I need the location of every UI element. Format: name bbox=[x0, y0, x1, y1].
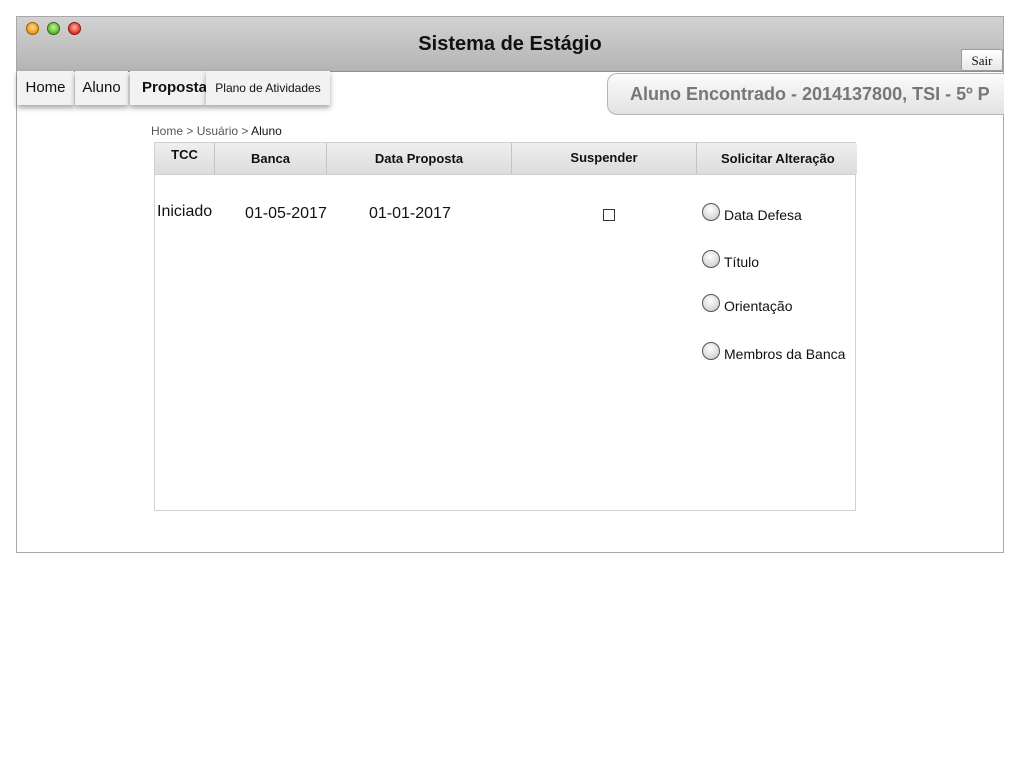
column-header-data-proposta: Data Proposta bbox=[327, 143, 512, 174]
radio-label-membros-da-banca: Membros da Banca bbox=[724, 346, 846, 362]
breadcrumb: Home > Usuário > Aluno bbox=[151, 124, 282, 138]
radio-label-orientacao: Orientação bbox=[724, 298, 793, 314]
column-header-solicitar-alteracao: Solicitar Alteração bbox=[697, 143, 857, 174]
column-header-suspender: Suspender bbox=[512, 143, 697, 174]
app-title: Sistema de Estágio bbox=[418, 33, 602, 55]
column-header-tcc: TCC bbox=[155, 143, 215, 174]
radio-membros-da-banca[interactable] bbox=[702, 342, 720, 360]
proposal-table-panel: TCC Banca Data Proposta Suspender Solici… bbox=[154, 142, 857, 511]
column-header-banca: Banca bbox=[215, 143, 327, 174]
breadcrumb-current: Aluno bbox=[251, 124, 282, 138]
logout-button[interactable]: Sair bbox=[961, 49, 1003, 71]
suspender-checkbox[interactable] bbox=[603, 209, 615, 221]
breadcrumb-separator: > bbox=[241, 124, 249, 138]
tab-plano-de-atividades[interactable]: Plano de Atividades bbox=[206, 71, 330, 105]
breadcrumb-separator: > bbox=[186, 124, 194, 138]
radio-data-defesa[interactable] bbox=[702, 203, 720, 221]
cell-data-proposta: 01-01-2017 bbox=[369, 205, 451, 222]
cell-tcc-status: Iniciado bbox=[157, 203, 213, 220]
tab-proposta[interactable]: Proposta bbox=[130, 71, 207, 105]
cell-banca-date: 01-05-2017 bbox=[245, 205, 327, 222]
radio-titulo[interactable] bbox=[702, 250, 720, 268]
radio-label-data-defesa: Data Defesa bbox=[724, 207, 802, 223]
title-bar: Sistema de Estágio Sair bbox=[17, 17, 1003, 72]
table-header: TCC Banca Data Proposta Suspender Solici… bbox=[155, 143, 857, 175]
app-window: Sistema de Estágio Sair Home Aluno Propo… bbox=[16, 16, 1004, 553]
tab-home[interactable]: Home bbox=[17, 71, 74, 105]
radio-label-titulo: Título bbox=[724, 254, 760, 270]
student-status-banner: Aluno Encontrado - 2014137800, TSI - 5º … bbox=[607, 73, 1004, 115]
breadcrumb-usuario[interactable]: Usuário bbox=[197, 124, 238, 138]
radio-orientacao[interactable] bbox=[702, 294, 720, 312]
breadcrumb-home[interactable]: Home bbox=[151, 124, 183, 138]
tab-aluno[interactable]: Aluno bbox=[75, 71, 128, 105]
